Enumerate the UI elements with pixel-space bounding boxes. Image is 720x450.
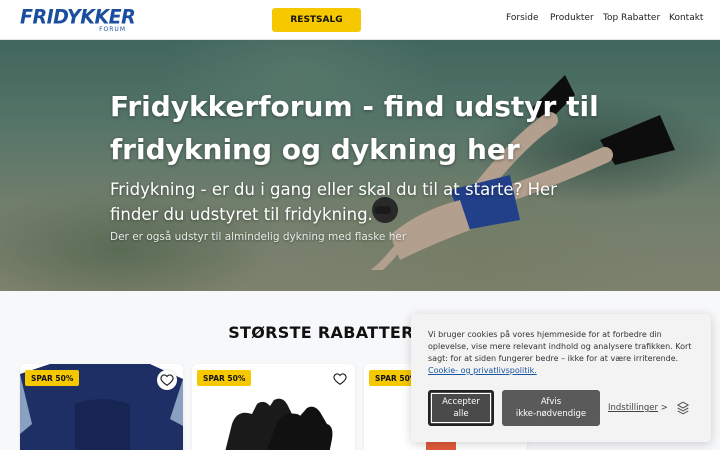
hero-note: Der er også udstyr til almindelig dyknin… <box>110 231 407 243</box>
product-card-gloves[interactable]: SPAR 50% <box>192 364 355 450</box>
cookie-text: Vi bruger cookies på vores hjemmeside fo… <box>428 329 700 377</box>
reject-label-line2: ikke-nødvendige <box>515 409 587 419</box>
privacy-policy-link[interactable]: Cookie- og privatlivspolitik. <box>428 366 537 375</box>
hero-title: Fridykkerforum - find udstyr til fridykn… <box>110 90 599 166</box>
cookie-banner: Vi bruger cookies på vores hjemmeside fo… <box>411 314 711 442</box>
discount-badge: SPAR 50% <box>25 370 80 386</box>
restsalg-button[interactable]: RESTSALG <box>272 8 361 32</box>
discount-badge: SPAR 50% <box>197 370 252 386</box>
nav-kontakt[interactable]: Kontakt <box>669 13 703 23</box>
product-card-wetsuit[interactable]: SPAR 50% <box>20 364 183 450</box>
heart-icon <box>160 374 174 386</box>
reject-nonessential-button[interactable]: Afvis ikke-nødvendige <box>502 390 600 426</box>
hero-subtitle: Fridykning - er du i gang eller skal du … <box>110 180 557 224</box>
nav-forside[interactable]: Forside <box>506 13 539 23</box>
accept-label-line1: Accepter <box>442 397 480 407</box>
cookie-settings-link[interactable]: Indstillinger > <box>608 403 668 413</box>
consent-logo-icon <box>677 401 689 415</box>
site-header: FRIDYKKER FORUM RESTSALG Forside Produkt… <box>0 0 720 40</box>
site-logo[interactable]: FRIDYKKER FORUM <box>20 5 136 34</box>
heart-icon[interactable] <box>333 372 347 386</box>
nav-top-rabatter[interactable]: Top Rabatter <box>603 13 660 23</box>
reject-label-line1: Afvis <box>540 397 562 407</box>
logo-subtext: FORUM <box>99 26 126 33</box>
settings-label: Indstillinger <box>608 403 659 413</box>
accept-all-button[interactable]: Accepter alle <box>428 390 494 426</box>
cookie-message: Vi bruger cookies på vores hjemmeside fo… <box>428 330 692 363</box>
nav-produkter[interactable]: Produkter <box>550 13 594 23</box>
chevron-right-icon: > <box>660 403 668 413</box>
accept-label-line2: alle <box>453 409 469 419</box>
hero-banner: Fridykkerforum - find udstyr til fridykn… <box>0 40 720 291</box>
